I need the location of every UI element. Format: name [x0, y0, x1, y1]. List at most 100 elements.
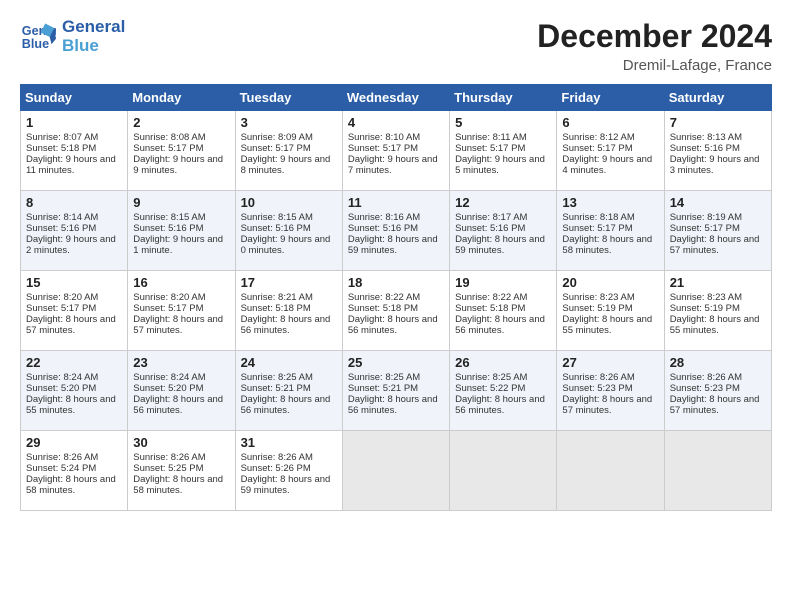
- table-row: 28Sunrise: 8:26 AMSunset: 5:23 PMDayligh…: [664, 351, 771, 431]
- header-area: General Blue General Blue December 2024 …: [20, 18, 772, 74]
- day-number: 13: [562, 195, 659, 210]
- sunrise-text: Sunrise: 8:26 AM: [562, 372, 659, 383]
- table-row: 5Sunrise: 8:11 AMSunset: 5:17 PMDaylight…: [450, 111, 557, 191]
- sunset-text: Sunset: 5:18 PM: [241, 303, 338, 314]
- daylight-text: Daylight: 9 hours and 0 minutes.: [241, 234, 338, 256]
- day-number: 3: [241, 115, 338, 130]
- day-number: 24: [241, 355, 338, 370]
- sunset-text: Sunset: 5:17 PM: [562, 143, 659, 154]
- sunrise-text: Sunrise: 8:24 AM: [26, 372, 123, 383]
- table-row: 10Sunrise: 8:15 AMSunset: 5:16 PMDayligh…: [235, 191, 342, 271]
- daylight-text: Daylight: 8 hours and 55 minutes.: [670, 314, 767, 336]
- table-row: 2Sunrise: 8:08 AMSunset: 5:17 PMDaylight…: [128, 111, 235, 191]
- sunrise-text: Sunrise: 8:14 AM: [26, 212, 123, 223]
- table-row: 29Sunrise: 8:26 AMSunset: 5:24 PMDayligh…: [21, 431, 128, 511]
- table-row: [342, 431, 449, 511]
- table-row: 30Sunrise: 8:26 AMSunset: 5:25 PMDayligh…: [128, 431, 235, 511]
- sunrise-text: Sunrise: 8:23 AM: [670, 292, 767, 303]
- sunrise-text: Sunrise: 8:18 AM: [562, 212, 659, 223]
- sunrise-text: Sunrise: 8:26 AM: [133, 452, 230, 463]
- daylight-text: Daylight: 9 hours and 8 minutes.: [241, 154, 338, 176]
- daylight-text: Daylight: 8 hours and 56 minutes.: [348, 314, 445, 336]
- daylight-text: Daylight: 8 hours and 57 minutes.: [133, 314, 230, 336]
- location-title: Dremil-Lafage, France: [537, 57, 772, 74]
- sunset-text: Sunset: 5:16 PM: [26, 223, 123, 234]
- table-row: 3 Sunrise: 8:09 AMSunset: 5:17 PMDaylight…: [235, 111, 342, 191]
- table-row: 25Sunrise: 8:25 AMSunset: 5:21 PMDayligh…: [342, 351, 449, 431]
- sunrise-text: Sunrise: 8:25 AM: [241, 372, 338, 383]
- sunset-text: Sunset: 5:19 PM: [562, 303, 659, 314]
- logo-icon: General Blue: [20, 19, 56, 55]
- sunset-text: Sunset: 5:16 PM: [670, 143, 767, 154]
- calendar-week-row: 29Sunrise: 8:26 AMSunset: 5:24 PMDayligh…: [21, 431, 772, 511]
- month-title: December 2024: [537, 18, 772, 55]
- daylight-text: Daylight: 8 hours and 57 minutes.: [562, 394, 659, 416]
- daylight-text: Daylight: 9 hours and 11 minutes.: [26, 154, 123, 176]
- daylight-text: Daylight: 8 hours and 58 minutes.: [26, 474, 123, 496]
- sunset-text: Sunset: 5:17 PM: [133, 143, 230, 154]
- table-row: [664, 431, 771, 511]
- daylight-text: Daylight: 9 hours and 3 minutes.: [670, 154, 767, 176]
- day-number: 9: [133, 195, 230, 210]
- day-number: 31: [241, 435, 338, 450]
- table-row: 11Sunrise: 8:16 AMSunset: 5:16 PMDayligh…: [342, 191, 449, 271]
- daylight-text: Daylight: 9 hours and 1 minute.: [133, 234, 230, 256]
- day-number: 11: [348, 195, 445, 210]
- sunrise-text: Sunrise: 8:26 AM: [241, 452, 338, 463]
- sunrise-text: Sunrise: 8:17 AM: [455, 212, 552, 223]
- table-row: 8Sunrise: 8:14 AMSunset: 5:16 PMDaylight…: [21, 191, 128, 271]
- day-number: 12: [455, 195, 552, 210]
- table-row: 17Sunrise: 8:21 AMSunset: 5:18 PMDayligh…: [235, 271, 342, 351]
- sunset-text: Sunset: 5:17 PM: [133, 303, 230, 314]
- sunrise-text: Sunrise: 8:25 AM: [455, 372, 552, 383]
- table-row: 13Sunrise: 8:18 AMSunset: 5:17 PMDayligh…: [557, 191, 664, 271]
- table-row: 1Sunrise: 8:07 AMSunset: 5:18 PMDaylight…: [21, 111, 128, 191]
- sunset-text: Sunset: 5:17 PM: [455, 143, 552, 154]
- table-row: 16 Sunrise: 8:20 AMSunset: 5:17 PMDayligh…: [128, 271, 235, 351]
- calendar-week-row: 15Sunrise: 8:20 AMSunset: 5:17 PMDayligh…: [21, 271, 772, 351]
- logo-text-general: General: [62, 18, 125, 37]
- day-number: 26: [455, 355, 552, 370]
- svg-text:Blue: Blue: [22, 36, 49, 50]
- logo-text-blue: Blue: [62, 37, 125, 56]
- table-row: [450, 431, 557, 511]
- table-row: 31Sunrise: 8:26 AMSunset: 5:26 PMDayligh…: [235, 431, 342, 511]
- sunrise-text: Sunrise: 8:12 AM: [562, 132, 659, 143]
- col-sunday: Sunday: [21, 85, 128, 111]
- daylight-text: Daylight: 8 hours and 55 minutes.: [562, 314, 659, 336]
- page: General Blue General Blue December 2024 …: [0, 0, 792, 612]
- table-row: [557, 431, 664, 511]
- sunset-text: Sunset: 5:17 PM: [348, 143, 445, 154]
- daylight-text: Daylight: 8 hours and 59 minutes.: [455, 234, 552, 256]
- daylight-text: Daylight: 8 hours and 58 minutes.: [562, 234, 659, 256]
- daylight-text: Daylight: 8 hours and 56 minutes.: [455, 394, 552, 416]
- day-number: 1: [26, 115, 123, 130]
- daylight-text: Daylight: 8 hours and 58 minutes.: [133, 474, 230, 496]
- day-number: 14: [670, 195, 767, 210]
- table-row: 14Sunrise: 8:19 AMSunset: 5:17 PMDayligh…: [664, 191, 771, 271]
- calendar-week-row: 8Sunrise: 8:14 AMSunset: 5:16 PMDaylight…: [21, 191, 772, 271]
- table-row: 22Sunrise: 8:24 AMSunset: 5:20 PMDayligh…: [21, 351, 128, 431]
- col-thursday: Thursday: [450, 85, 557, 111]
- sunrise-text: Sunrise: 8:09 AM: [241, 132, 338, 143]
- sunrise-text: Sunrise: 8:20 AM: [133, 292, 230, 303]
- sunset-text: Sunset: 5:23 PM: [670, 383, 767, 394]
- sunrise-text: Sunrise: 8:07 AM: [26, 132, 123, 143]
- daylight-text: Daylight: 8 hours and 56 minutes.: [348, 394, 445, 416]
- sunset-text: Sunset: 5:21 PM: [348, 383, 445, 394]
- daylight-text: Daylight: 9 hours and 5 minutes.: [455, 154, 552, 176]
- calendar-week-row: 1Sunrise: 8:07 AMSunset: 5:18 PMDaylight…: [21, 111, 772, 191]
- sunrise-text: Sunrise: 8:22 AM: [348, 292, 445, 303]
- title-area: December 2024 Dremil-Lafage, France: [537, 18, 772, 74]
- day-number: 16: [133, 275, 230, 290]
- sunset-text: Sunset: 5:17 PM: [241, 143, 338, 154]
- daylight-text: Daylight: 8 hours and 57 minutes.: [670, 394, 767, 416]
- daylight-text: Daylight: 8 hours and 59 minutes.: [241, 474, 338, 496]
- table-row: 23Sunrise: 8:24 AMSunset: 5:20 PMDayligh…: [128, 351, 235, 431]
- sunrise-text: Sunrise: 8:08 AM: [133, 132, 230, 143]
- daylight-text: Daylight: 8 hours and 57 minutes.: [670, 234, 767, 256]
- daylight-text: Daylight: 9 hours and 2 minutes.: [26, 234, 123, 256]
- sunrise-text: Sunrise: 8:21 AM: [241, 292, 338, 303]
- table-row: 4Sunrise: 8:10 AMSunset: 5:17 PMDaylight…: [342, 111, 449, 191]
- day-number: 2: [133, 115, 230, 130]
